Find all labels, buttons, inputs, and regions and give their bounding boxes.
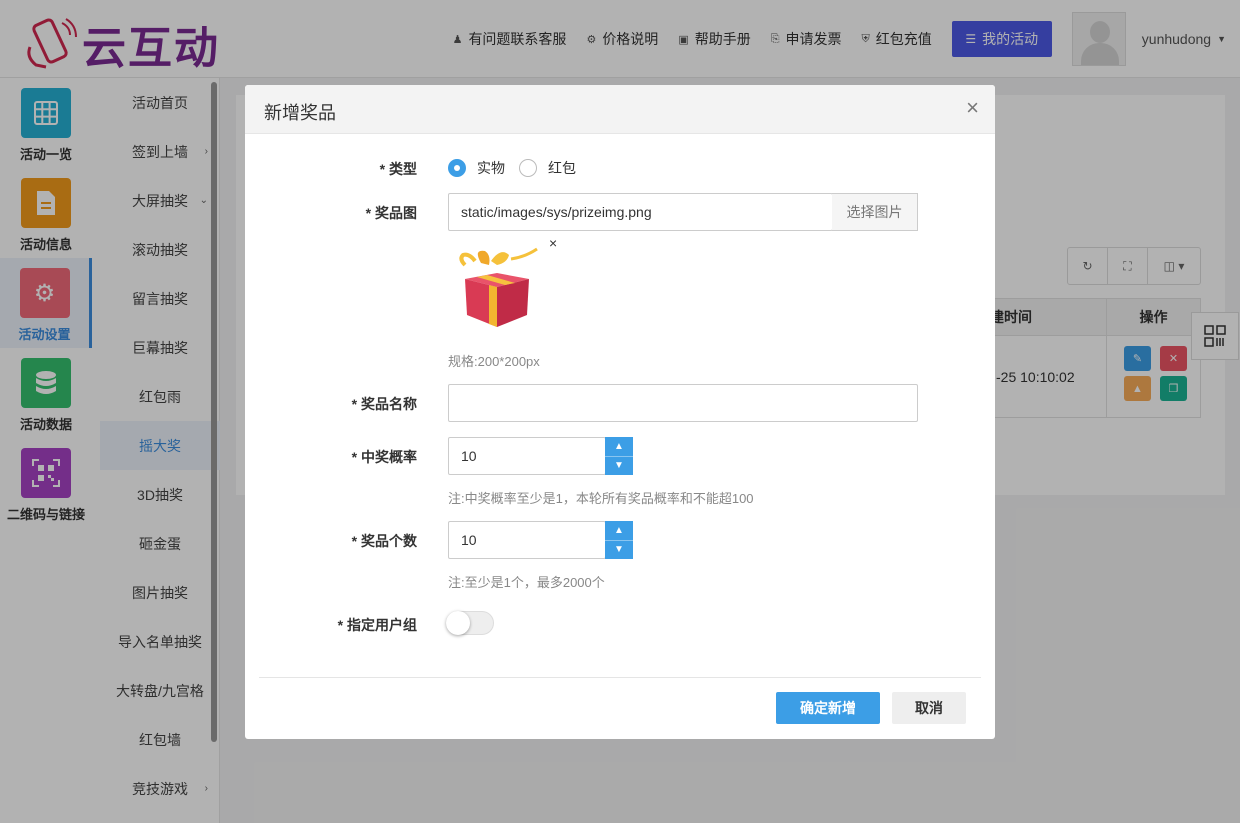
prize-image-path-input[interactable]: static/images/sys/prizeimg.png	[448, 193, 833, 231]
prize-image-label: * 奖品图	[365, 205, 417, 221]
count-stepper[interactable]: ▲ ▼	[605, 521, 633, 559]
radio-physical[interactable]: 实物	[448, 158, 505, 178]
radio-label: 红包	[548, 160, 576, 176]
image-size-hint: 规格:200*200px	[448, 354, 540, 369]
chevron-up-icon[interactable]: ▲	[605, 437, 633, 457]
close-icon[interactable]: ×	[966, 97, 979, 119]
prize-count-input[interactable]: 10	[448, 521, 606, 559]
prize-count-label: * 奖品个数	[351, 533, 417, 549]
win-probability-input[interactable]: 10	[448, 437, 606, 475]
chevron-down-icon[interactable]: ▼	[605, 457, 633, 476]
user-group-label: * 指定用户组	[337, 617, 417, 633]
footer-divider	[259, 677, 981, 678]
win-probability-label: * 中奖概率	[351, 449, 417, 465]
dialog-title: 新增奖品	[264, 103, 336, 123]
prize-name-input[interactable]	[448, 384, 918, 422]
probability-stepper[interactable]: ▲ ▼	[605, 437, 633, 475]
toggle-knob	[446, 611, 470, 635]
radio-checked-icon	[448, 159, 466, 177]
dialog-header: 新增奖品 ×	[245, 85, 995, 134]
probability-hint: 注:中奖概率至少是1，本轮所有奖品概率和不能超100	[448, 491, 754, 506]
remove-image-icon[interactable]: ×	[549, 235, 557, 251]
type-label: * 类型	[379, 161, 417, 177]
user-group-toggle[interactable]	[446, 611, 494, 635]
radio-label: 实物	[477, 160, 505, 176]
choose-image-button[interactable]: 选择图片	[832, 193, 918, 231]
chevron-down-icon[interactable]: ▼	[605, 541, 633, 560]
radio-unchecked-icon	[519, 159, 537, 177]
prize-name-label: * 奖品名称	[351, 396, 417, 412]
gift-image	[459, 247, 538, 327]
cancel-button[interactable]: 取消	[892, 692, 966, 724]
chevron-up-icon[interactable]: ▲	[605, 521, 633, 541]
count-hint: 注:至少是1个，最多2000个	[448, 575, 605, 590]
confirm-add-button[interactable]: 确定新增	[776, 692, 880, 724]
add-prize-dialog: 新增奖品 × * 类型 实物 红包 * 奖品图 static/images/sy…	[245, 85, 995, 739]
radio-redpacket[interactable]: 红包	[519, 158, 576, 178]
